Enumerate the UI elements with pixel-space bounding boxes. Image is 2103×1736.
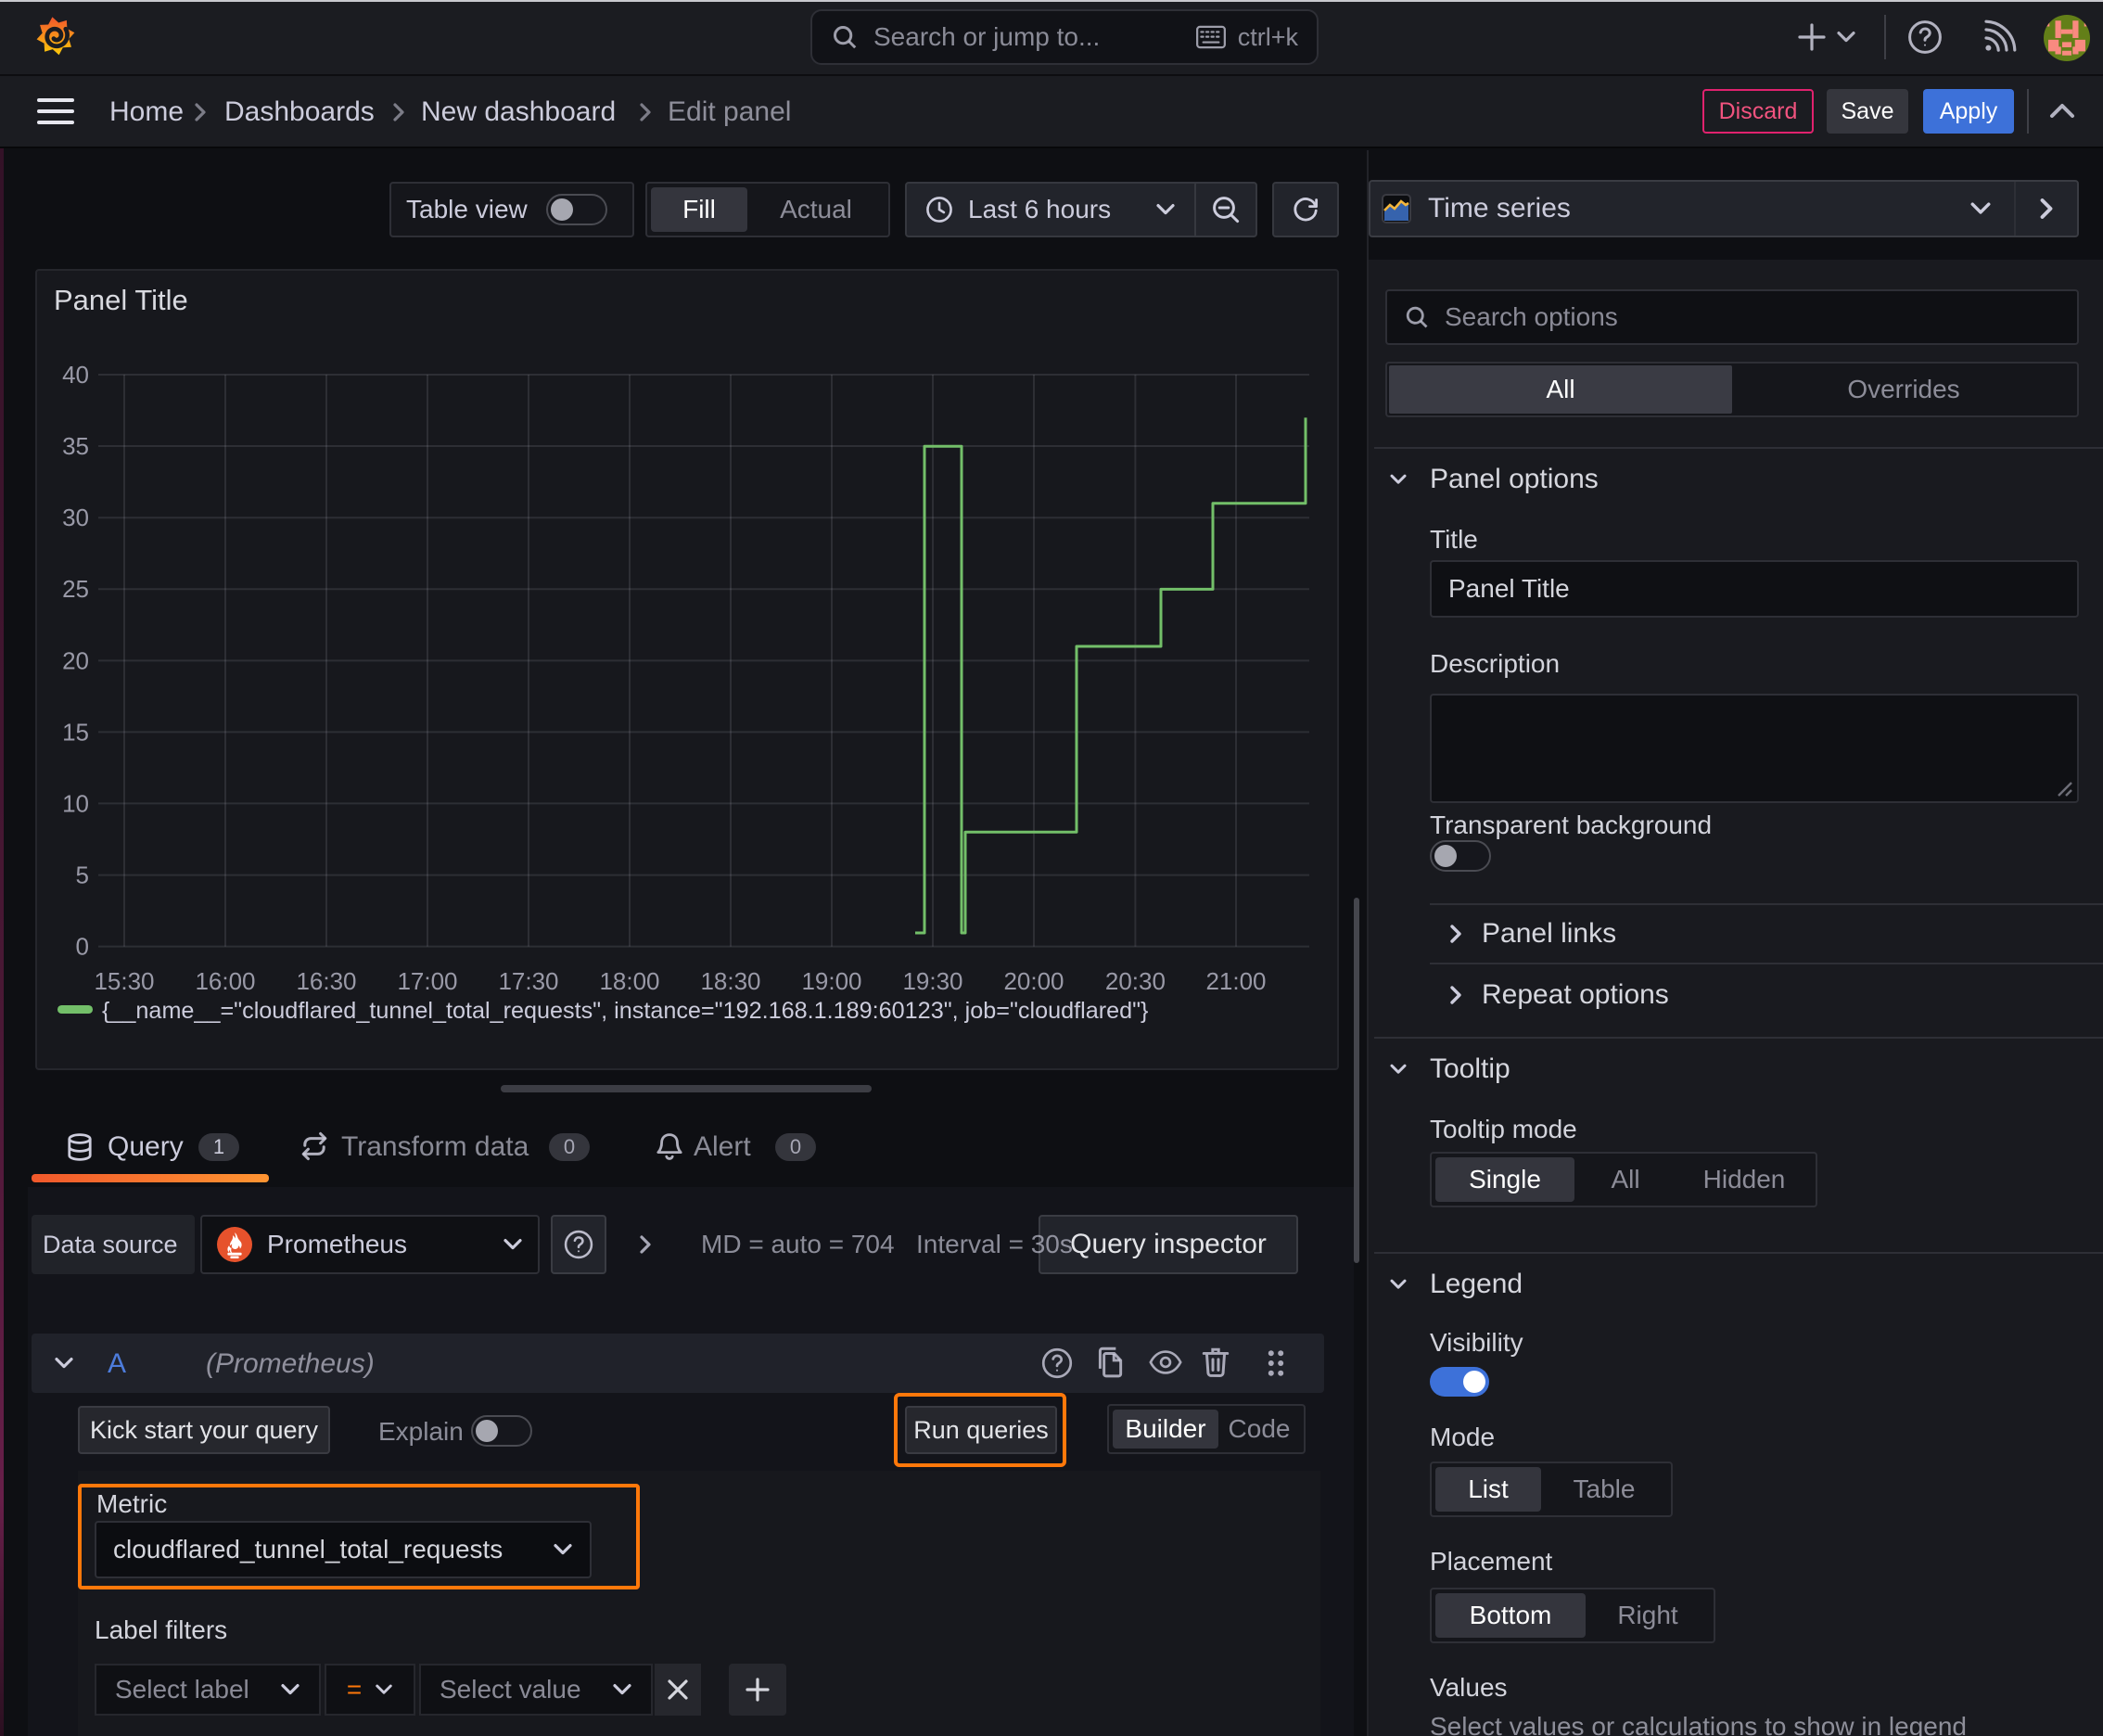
svg-text:16:00: 16:00 xyxy=(195,967,255,995)
svg-text:0: 0 xyxy=(76,933,89,961)
svg-text:17:30: 17:30 xyxy=(498,967,558,995)
svg-text:{__name__="cloudflared_tunnel_: {__name__="cloudflared_tunnel_total_requ… xyxy=(102,998,1148,1024)
svg-text:15: 15 xyxy=(62,718,89,746)
svg-text:19:00: 19:00 xyxy=(801,967,861,995)
svg-text:16:30: 16:30 xyxy=(296,967,356,995)
svg-text:5: 5 xyxy=(76,862,89,889)
svg-text:18:00: 18:00 xyxy=(599,967,659,995)
svg-text:17:00: 17:00 xyxy=(397,967,457,995)
svg-text:20: 20 xyxy=(62,646,89,674)
svg-text:25: 25 xyxy=(62,575,89,603)
svg-text:30: 30 xyxy=(62,504,89,531)
svg-text:15:30: 15:30 xyxy=(94,967,154,995)
svg-text:10: 10 xyxy=(62,789,89,817)
svg-text:19:30: 19:30 xyxy=(902,967,962,995)
svg-text:18:30: 18:30 xyxy=(700,967,760,995)
svg-text:21:00: 21:00 xyxy=(1205,967,1266,995)
svg-text:40: 40 xyxy=(62,361,89,389)
svg-text:35: 35 xyxy=(62,432,89,460)
svg-text:20:00: 20:00 xyxy=(1003,967,1064,995)
svg-text:20:30: 20:30 xyxy=(1105,967,1166,995)
